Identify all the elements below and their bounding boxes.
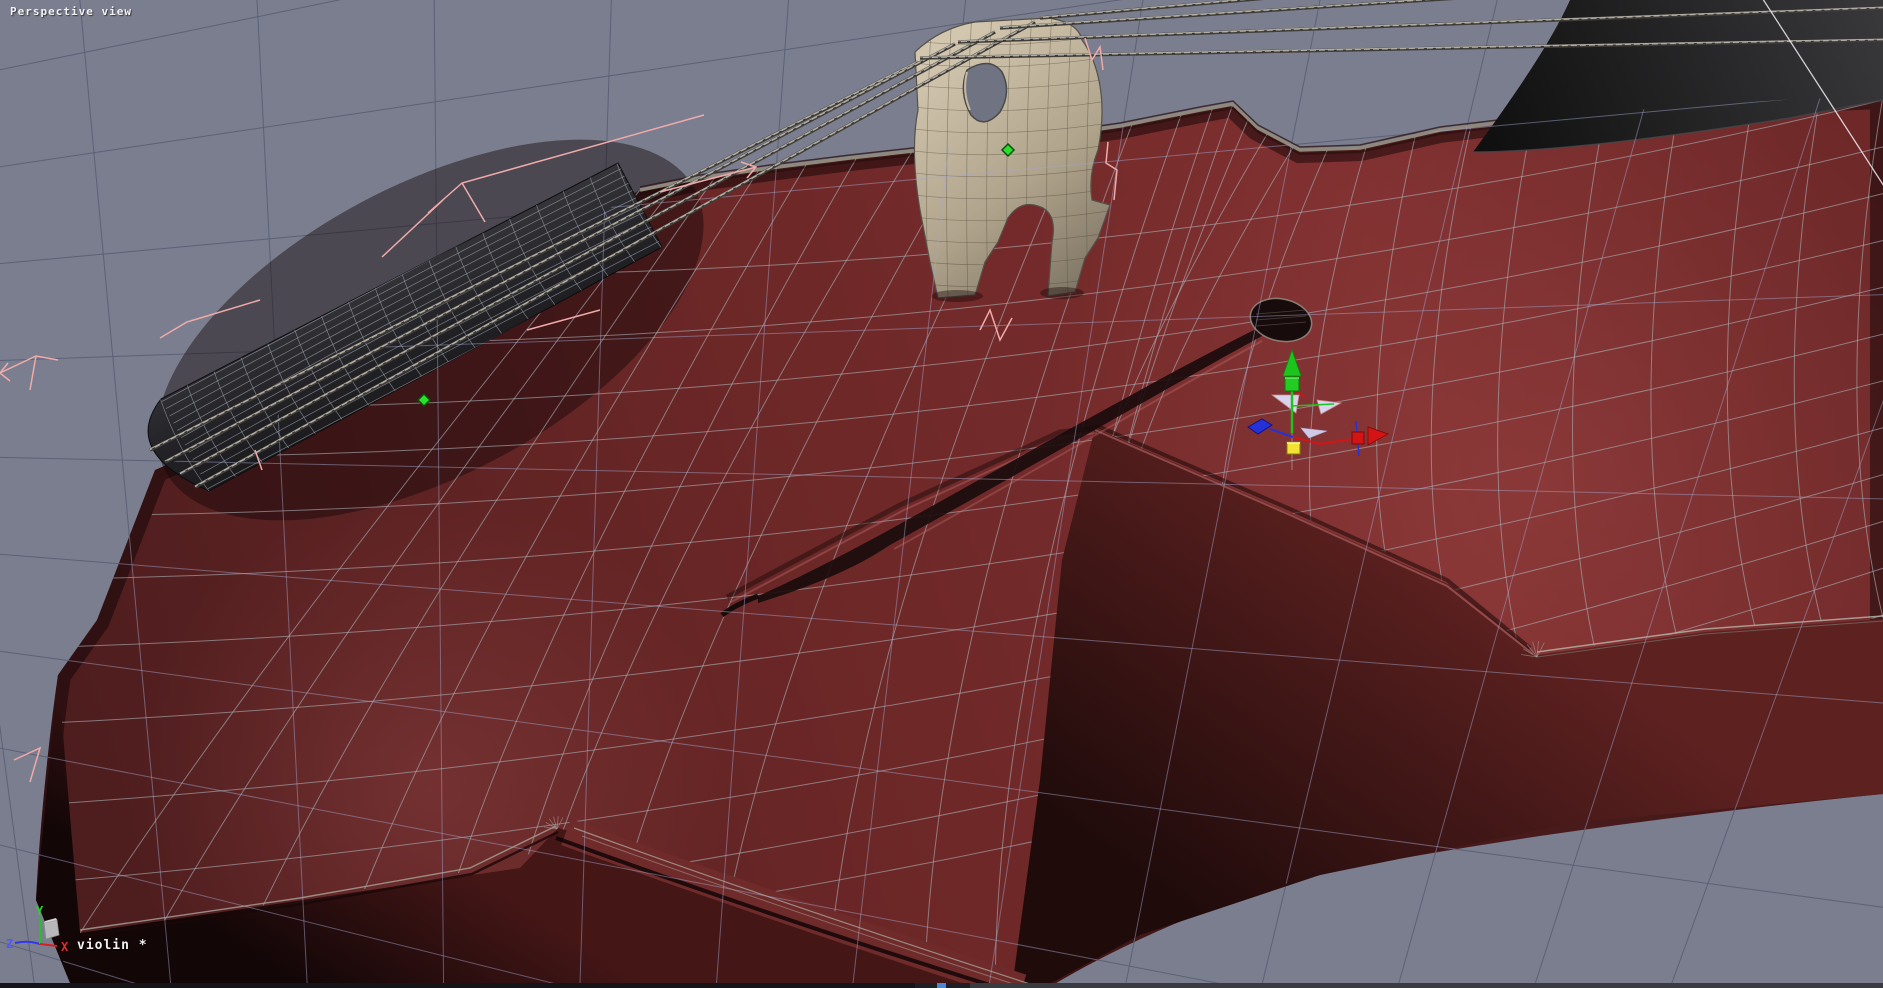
gizmo-x-handle[interactable] bbox=[1351, 431, 1365, 445]
x-axis-label: X bbox=[61, 940, 69, 954]
taskbar[interactable] bbox=[0, 983, 1883, 988]
model-name-label: violin * bbox=[77, 938, 148, 953]
triad-origin-cube bbox=[43, 919, 60, 940]
z-axis-label: Z bbox=[6, 937, 13, 951]
gizmo-center-handle[interactable] bbox=[1286, 441, 1301, 455]
viewport-title: Perspective view bbox=[10, 5, 132, 18]
z-axis-line bbox=[14, 940, 41, 945]
3d-viewport[interactable]: Perspective view Y Z X violin * bbox=[0, 0, 1883, 988]
taskbar-indicator[interactable] bbox=[937, 983, 946, 988]
y-axis-label: Y bbox=[36, 904, 44, 918]
gizmo-y-handle[interactable] bbox=[1284, 376, 1300, 392]
taskbar-segment bbox=[915, 983, 937, 988]
viewport-canvas[interactable] bbox=[0, 0, 1883, 988]
taskbar-segment bbox=[946, 983, 970, 988]
x-axis-line bbox=[39, 943, 58, 947]
taskbar-segment bbox=[970, 983, 1883, 988]
